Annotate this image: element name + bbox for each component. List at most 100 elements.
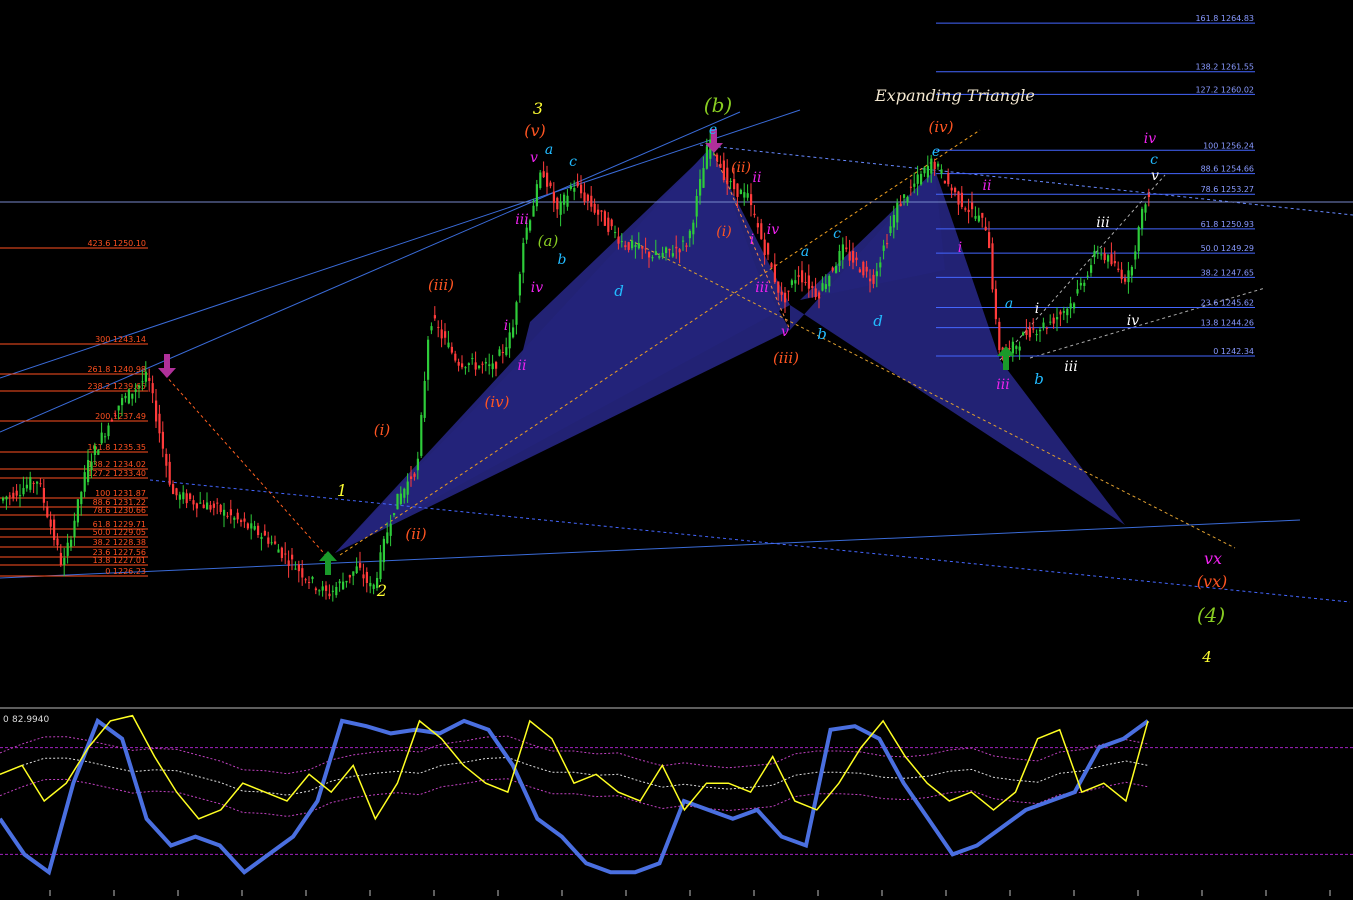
- fib-right-label: 38.2 1247.65: [1201, 268, 1254, 277]
- wave-label: b: [817, 325, 827, 343]
- candle-body: [610, 219, 613, 227]
- candle-body: [1086, 275, 1089, 277]
- candle-body: [831, 267, 834, 271]
- wave-label: a: [1005, 296, 1013, 312]
- candle-body: [848, 251, 851, 261]
- fib-left-label: 38.2 1228.38: [93, 538, 146, 547]
- wave-label: iv: [531, 280, 543, 296]
- candle-body: [671, 253, 674, 257]
- candle-body: [977, 215, 980, 222]
- candle-body: [821, 283, 824, 291]
- candle-body: [243, 518, 246, 522]
- wave-label: (iii): [773, 349, 799, 367]
- candle-body: [308, 582, 311, 584]
- trading-chart[interactable]: 423.6 1250.10 300 1243.14 261.8 1240.98 238…: [0, 0, 1353, 896]
- candle-body: [379, 552, 382, 580]
- candle-body: [253, 526, 256, 530]
- candle-body: [916, 174, 919, 184]
- candle-body: [967, 209, 970, 213]
- candle-body: [542, 171, 545, 178]
- candle-body: [770, 263, 773, 268]
- candle-body: [1137, 226, 1140, 252]
- fib-left-label: 423.6 1250.10: [87, 239, 146, 248]
- candle-body: [206, 502, 209, 510]
- fib-right-label: 13.8 1244.26: [1201, 319, 1254, 328]
- candle-body: [858, 269, 861, 273]
- candle-body: [495, 362, 498, 369]
- candle-body: [658, 256, 661, 258]
- candle-body: [665, 247, 668, 254]
- wave-label: v: [781, 324, 789, 340]
- candle-body: [59, 552, 62, 566]
- candle-body: [457, 361, 460, 366]
- candle-body: [950, 187, 953, 191]
- candle-body: [733, 179, 736, 190]
- candle-body: [467, 363, 470, 365]
- candle-body: [923, 167, 926, 174]
- candle-body: [212, 503, 215, 508]
- candle-body: [481, 363, 484, 365]
- candle-body: [892, 215, 895, 228]
- wave-label: ii: [753, 170, 762, 186]
- candle-body: [1059, 311, 1062, 315]
- candle-body: [807, 275, 810, 289]
- candle-body: [110, 419, 113, 422]
- candle-body: [12, 492, 15, 499]
- candle-body: [284, 553, 287, 555]
- candle-body: [784, 292, 787, 303]
- candle-body: [1073, 303, 1076, 309]
- candle-body: [444, 331, 447, 338]
- candle-body: [447, 342, 450, 348]
- candle-body: [739, 189, 742, 195]
- candle-body: [389, 523, 392, 536]
- candle-body: [63, 558, 66, 565]
- candle-body: [685, 245, 688, 247]
- candle-body: [539, 172, 542, 188]
- candle-body: [484, 362, 487, 364]
- wave-label: a: [801, 244, 809, 260]
- candle-body: [855, 257, 858, 261]
- candle-body: [780, 291, 783, 295]
- candle-body: [702, 168, 705, 188]
- candle-body: [352, 571, 355, 576]
- wave-label: 4: [1201, 648, 1212, 666]
- wave-label: iii: [1096, 215, 1109, 231]
- candle-body: [399, 493, 402, 505]
- candle-body: [87, 459, 90, 483]
- candle-body: [1035, 333, 1038, 336]
- candle-body: [743, 192, 746, 198]
- candle-body: [695, 195, 698, 217]
- candle-body: [382, 538, 385, 563]
- candle-body: [869, 278, 872, 282]
- candle-body: [586, 194, 589, 201]
- candle-body: [498, 349, 501, 356]
- candle-body: [372, 584, 375, 589]
- candle-body: [913, 183, 916, 187]
- wave-label: (i): [374, 421, 391, 439]
- fib-right-label: 100 1256.24: [1203, 141, 1254, 150]
- candle-body: [56, 538, 59, 546]
- candle-body: [682, 240, 685, 242]
- candle-body: [488, 364, 491, 366]
- candle-body: [954, 187, 957, 193]
- candle-body: [1022, 332, 1025, 336]
- candle-body: [1039, 329, 1042, 332]
- candle-body: [454, 353, 457, 361]
- candle-body: [549, 182, 552, 187]
- candle-body: [450, 346, 453, 353]
- fib-left-label: 50.0 1229.05: [93, 528, 146, 537]
- candle-body: [1107, 255, 1110, 262]
- candle-body: [505, 347, 508, 355]
- candle-body: [641, 246, 644, 249]
- wave-label: c: [1150, 152, 1158, 168]
- candle-body: [5, 496, 8, 500]
- candle-body: [321, 586, 324, 591]
- candle-body: [107, 425, 110, 437]
- candle-body: [1103, 253, 1106, 261]
- candle-body: [896, 202, 899, 223]
- candle-body: [365, 571, 368, 583]
- candle-body: [637, 243, 640, 249]
- candle-body: [699, 179, 702, 196]
- candle-body: [318, 590, 321, 592]
- wave-label: c: [569, 154, 577, 170]
